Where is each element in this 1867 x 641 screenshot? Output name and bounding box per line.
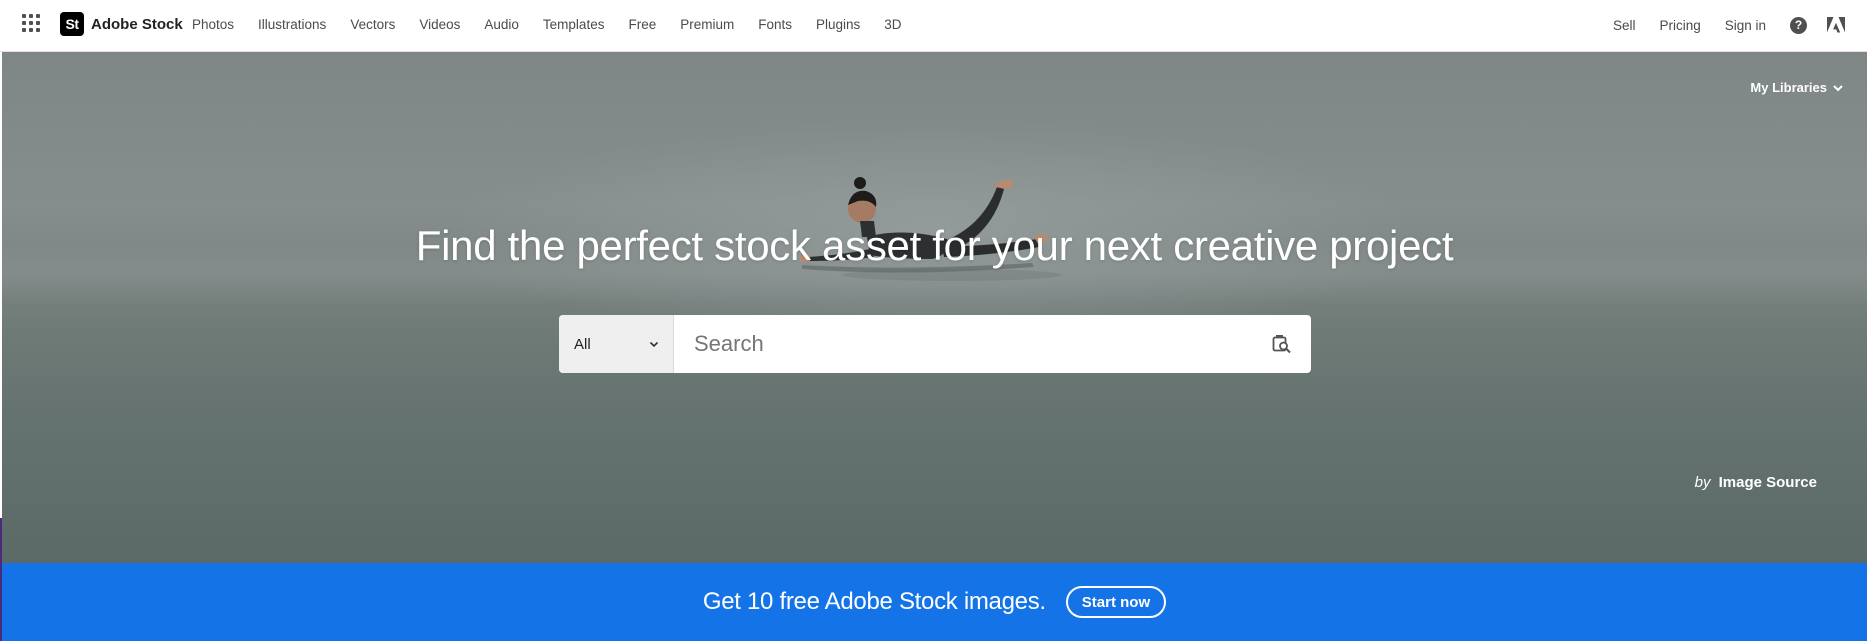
sell-link[interactable]: Sell <box>1613 18 1636 33</box>
search-type-dropdown[interactable]: All <box>559 315 674 373</box>
apps-grid-icon[interactable] <box>22 14 40 32</box>
help-icon[interactable]: ? <box>1790 16 1807 34</box>
nav-item-plugins[interactable]: Plugins <box>816 17 860 32</box>
nav-item-videos[interactable]: Videos <box>419 17 460 32</box>
search-type-selected: All <box>574 335 591 353</box>
nav-item-premium[interactable]: Premium <box>680 17 734 32</box>
nav-item-3d[interactable]: 3D <box>884 17 901 32</box>
visual-search-icon[interactable] <box>1253 315 1311 373</box>
my-libraries-dropdown[interactable]: My Libraries <box>1750 80 1843 95</box>
photo-credit-source-link[interactable]: Image Source <box>1719 474 1817 491</box>
hero-banner: My Libraries Find the perfect stock asse… <box>2 52 1867 563</box>
brand-name: Adobe Stock <box>91 15 183 33</box>
top-navigation: St Adobe Stock Photos Illustrations Vect… <box>0 0 1867 52</box>
photo-credit: by Image Source <box>1695 474 1817 491</box>
nav-item-photos[interactable]: Photos <box>192 17 234 32</box>
my-libraries-label: My Libraries <box>1750 80 1827 95</box>
sign-in-link[interactable]: Sign in <box>1725 18 1766 33</box>
search-input[interactable] <box>674 315 1253 373</box>
nav-item-audio[interactable]: Audio <box>484 17 519 32</box>
promo-text: Get 10 free Adobe Stock images. <box>702 588 1046 615</box>
hero-title: Find the perfect stock asset for your ne… <box>415 222 1454 269</box>
adobe-stock-logo: St <box>60 12 84 36</box>
nav-item-illustrations[interactable]: Illustrations <box>258 17 326 32</box>
main-nav: Photos Illustrations Vectors Videos Audi… <box>192 0 926 48</box>
search-bar: All <box>559 315 1311 373</box>
chevron-down-icon <box>1833 84 1843 91</box>
nav-item-free[interactable]: Free <box>628 17 656 32</box>
photo-credit-by: by <box>1694 474 1711 491</box>
pricing-link[interactable]: Pricing <box>1659 18 1700 33</box>
nav-item-templates[interactable]: Templates <box>543 17 605 32</box>
adobe-logo-icon[interactable] <box>1827 16 1845 34</box>
brand-home-link[interactable]: St Adobe Stock <box>60 12 183 36</box>
start-now-button[interactable]: Start now <box>1065 586 1167 618</box>
left-edge-accent <box>0 518 2 641</box>
account-nav: Sell Pricing Sign in ? <box>1613 0 1867 50</box>
promo-banner: Get 10 free Adobe Stock images. Start no… <box>2 563 1867 641</box>
nav-item-vectors[interactable]: Vectors <box>350 17 395 32</box>
nav-item-fonts[interactable]: Fonts <box>758 17 792 32</box>
chevron-down-icon <box>649 341 659 347</box>
